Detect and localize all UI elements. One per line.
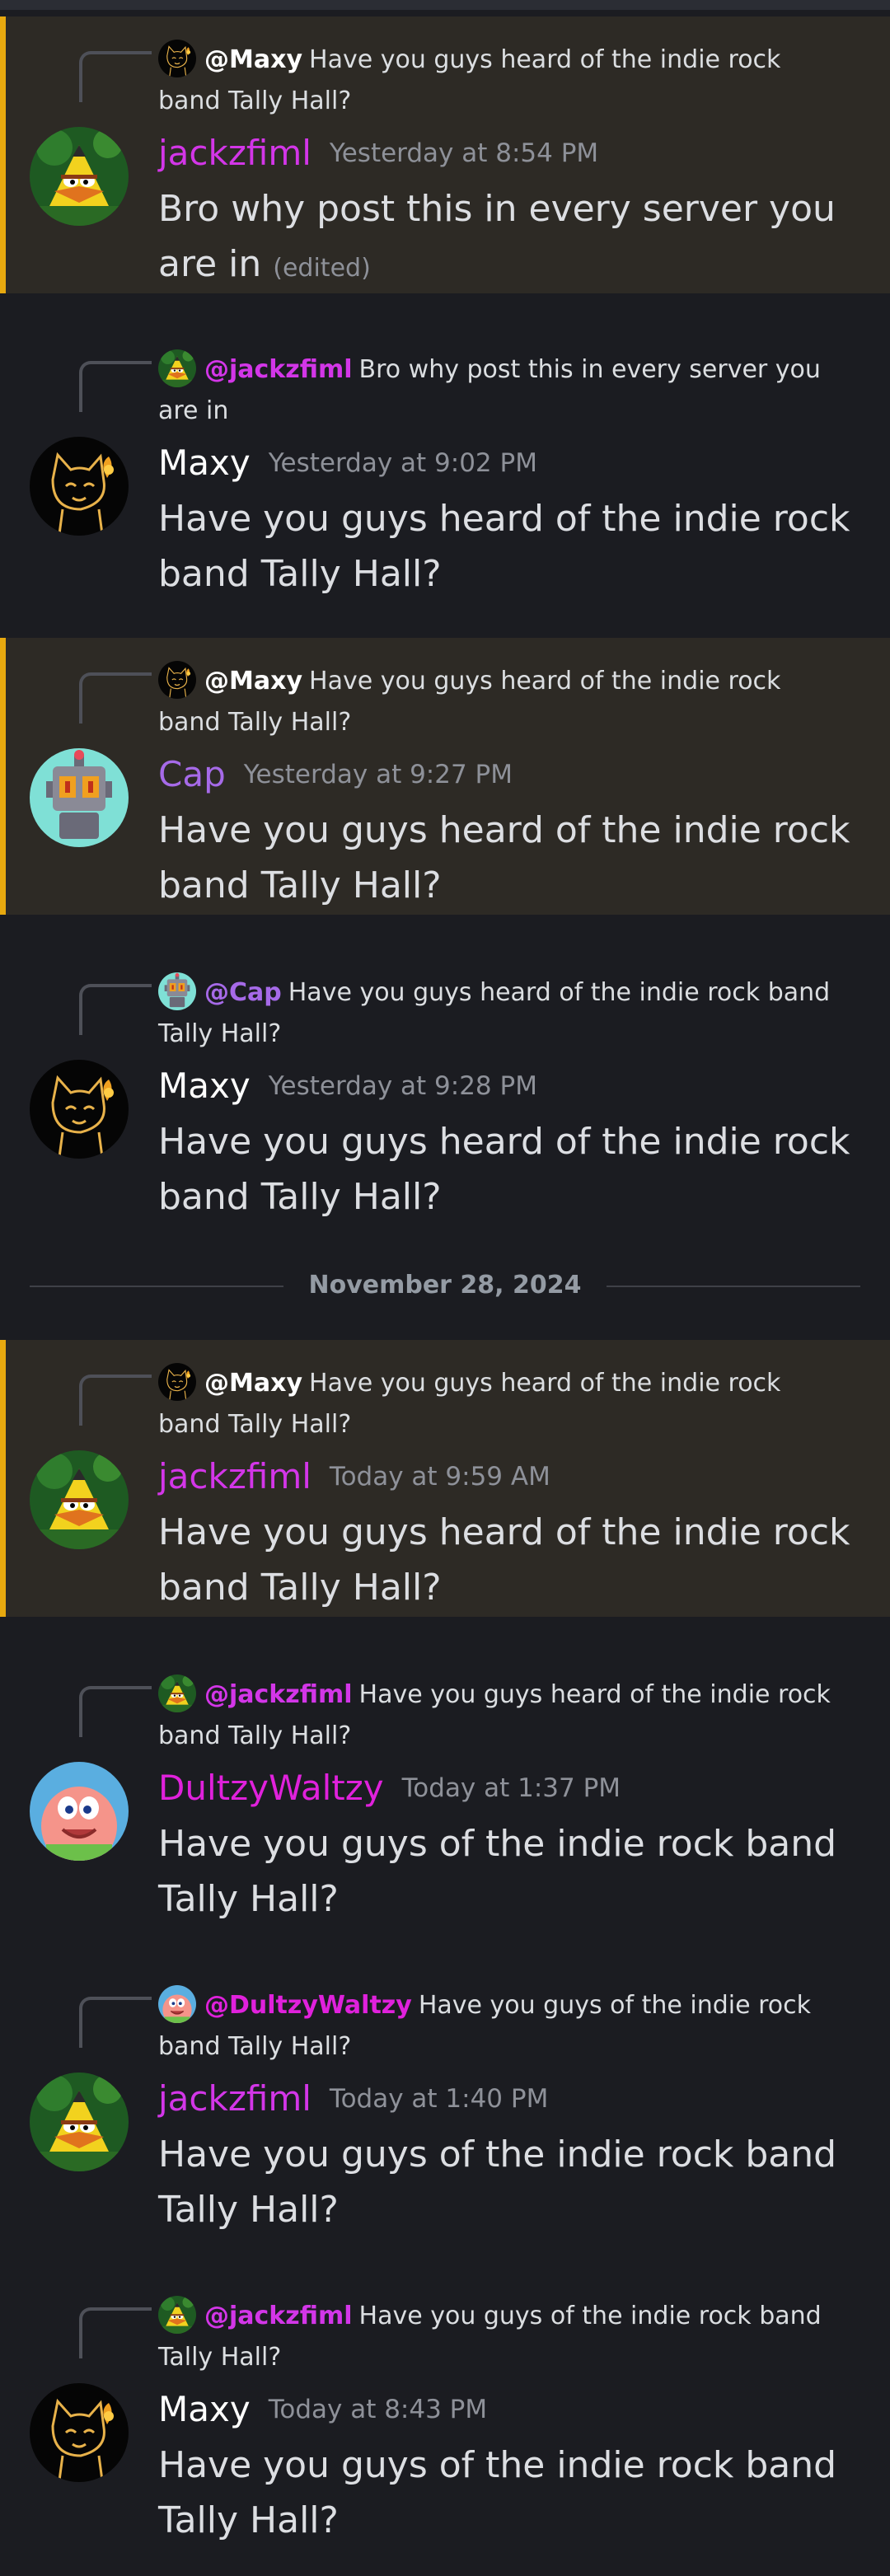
cat-avatar-icon[interactable]	[30, 2383, 129, 2482]
reply-spine	[79, 51, 152, 102]
reply-mention[interactable]: @Cap	[204, 978, 282, 1007]
reply-preview[interactable]: @jackzfiml Have you guys of the indie roc…	[158, 2296, 850, 2378]
bird-mini-icon	[158, 349, 196, 387]
timestamp: Yesterday at 9:02 PM	[268, 448, 537, 478]
timestamp: Yesterday at 9:28 PM	[268, 1071, 537, 1101]
robot-avatar-icon[interactable]	[30, 748, 129, 847]
edited-label: (edited)	[273, 254, 371, 283]
bird-avatar-icon[interactable]	[30, 127, 129, 226]
message-item[interactable]: @Maxy Have you guys heard of the indie ro…	[0, 1340, 890, 1617]
bird-mini-icon	[158, 1674, 196, 1712]
reply-spine	[79, 984, 152, 1035]
starfish-avatar-icon[interactable]	[30, 1762, 129, 1861]
author-name[interactable]: Cap	[158, 754, 226, 794]
cat-mini-icon	[158, 40, 196, 77]
message-text: Have you guys heard of the indie rock ba…	[158, 498, 850, 595]
message-item[interactable]: @jackzfiml Have you guys of the indie roc…	[0, 2273, 890, 2553]
bird-mini-icon	[158, 2296, 196, 2334]
message-text: Have you guys heard of the indie rock ba…	[158, 809, 850, 906]
date-divider: November 28, 2024	[30, 1267, 860, 1304]
message-text: Have you guys of the indie rock band Tal…	[158, 1823, 837, 1920]
starfish-mini-icon	[158, 1985, 196, 2023]
message-item[interactable]: @jackzfiml Have you guys heard of the ind…	[0, 1651, 890, 1928]
reply-spine	[79, 1375, 152, 1426]
timestamp: Today at 1:37 PM	[401, 1773, 621, 1803]
reply-mention[interactable]: @jackzfiml	[204, 355, 353, 384]
cat-avatar-icon[interactable]	[30, 437, 129, 536]
author-name[interactable]: jackzfiml	[158, 2078, 312, 2119]
bird-avatar-icon[interactable]	[30, 1450, 129, 1549]
message-text: Have you guys of the indie rock band Tal…	[158, 2444, 837, 2541]
message-text: Have you guys heard of the indie rock ba…	[158, 1511, 850, 1609]
reply-preview[interactable]: @Maxy Have you guys heard of the indie ro…	[158, 40, 850, 122]
message-text: Bro why post this in every server you ar…	[158, 181, 867, 296]
reply-mention[interactable]: @jackzfiml	[204, 1680, 353, 1709]
timestamp: Today at 9:59 AM	[329, 1462, 550, 1492]
reply-mention[interactable]: @Maxy	[204, 667, 302, 696]
reply-spine	[79, 361, 152, 412]
author-name[interactable]: Maxy	[158, 443, 251, 483]
message-content: Bro why post this in every server you ar…	[158, 188, 836, 285]
author-name[interactable]: jackzfiml	[158, 133, 312, 173]
author-name[interactable]: Maxy	[158, 2389, 251, 2429]
reply-preview[interactable]: @Cap Have you guys heard of the indie roc…	[158, 972, 850, 1055]
message-item[interactable]: @jackzfiml Bro why post this in every ser…	[0, 326, 890, 603]
message-text: Have you guys heard of the indie rock ba…	[158, 1121, 850, 1218]
message-text: Have you guys of the indie rock band Tal…	[158, 2133, 837, 2231]
reply-spine	[79, 1686, 152, 1737]
reply-preview[interactable]: @jackzfiml Have you guys heard of the ind…	[158, 1674, 850, 1757]
timestamp: Today at 1:40 PM	[329, 2084, 549, 2114]
message-item[interactable]: @Maxy Have you guys heard of the indie ro…	[0, 638, 890, 915]
reply-mention[interactable]: @DultzyWaltzy	[204, 1991, 412, 2020]
reply-mention[interactable]: @jackzfiml	[204, 2302, 353, 2330]
reply-preview[interactable]: @jackzfiml Bro why post this in every ser…	[158, 349, 850, 432]
reply-spine	[79, 1997, 152, 2048]
author-name[interactable]: DultzyWaltzy	[158, 1768, 384, 1808]
reply-preview[interactable]: @Maxy Have you guys heard of the indie ro…	[158, 661, 850, 743]
date-divider-label: November 28, 2024	[30, 1267, 860, 1304]
reply-mention[interactable]: @Maxy	[204, 45, 302, 74]
message-item[interactable]: @Maxy Have you guys heard of the indie ro…	[0, 16, 890, 293]
reply-preview[interactable]: @DultzyWaltzy Have you guys of the indie …	[158, 1985, 850, 2068]
timestamp: Today at 8:43 PM	[268, 2395, 488, 2424]
timestamp: Yesterday at 9:27 PM	[243, 760, 513, 789]
author-name[interactable]: jackzfiml	[158, 1456, 312, 1496]
robot-mini-icon	[158, 972, 196, 1010]
bird-avatar-icon[interactable]	[30, 2073, 129, 2171]
cat-avatar-icon[interactable]	[30, 1060, 129, 1159]
reply-spine	[79, 672, 152, 724]
timestamp: Yesterday at 8:54 PM	[329, 138, 599, 168]
message-item[interactable]: @Cap Have you guys heard of the indie roc…	[0, 949, 890, 1226]
reply-mention[interactable]: @Maxy	[204, 1369, 302, 1398]
reply-preview[interactable]: @Maxy Have you guys heard of the indie ro…	[158, 1363, 850, 1445]
top-bar	[0, 0, 890, 10]
reply-spine	[79, 2307, 152, 2358]
cat-mini-icon	[158, 1363, 196, 1401]
cat-mini-icon	[158, 661, 196, 699]
author-name[interactable]: Maxy	[158, 1066, 251, 1106]
message-item[interactable]: @DultzyWaltzy Have you guys of the indie …	[0, 1962, 890, 2239]
